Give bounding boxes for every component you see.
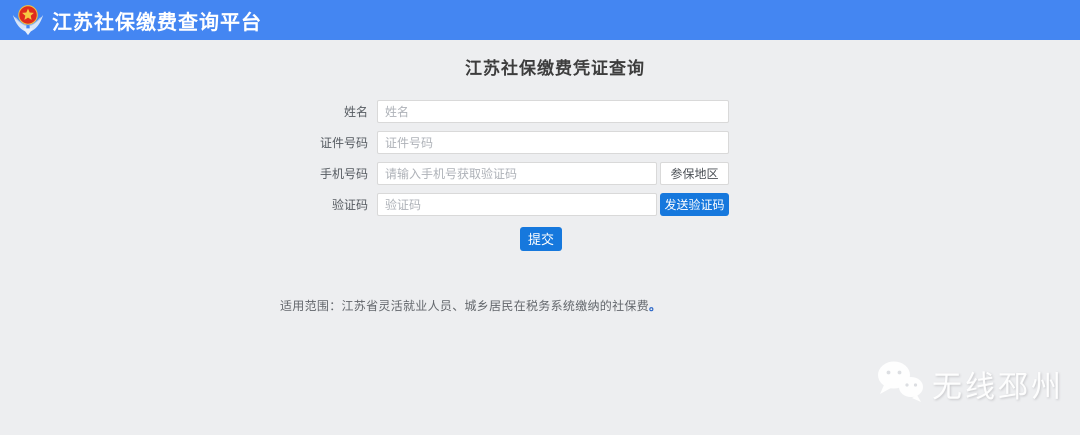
captcha-label: 验证码 <box>310 196 368 213</box>
captcha-input[interactable] <box>377 193 657 216</box>
phone-input[interactable] <box>377 162 657 185</box>
name-input[interactable] <box>377 100 729 123</box>
submit-button[interactable]: 提交 <box>520 227 562 251</box>
app-title: 江苏社保缴费查询平台 <box>52 6 262 35</box>
send-code-button[interactable]: 发送验证码 <box>660 193 729 216</box>
watermark: 无线邳州 <box>876 359 1064 408</box>
id-number-input[interactable] <box>377 131 729 154</box>
name-row: 姓名 <box>310 100 729 123</box>
submit-row: 提交 <box>310 227 729 250</box>
app-header: 江苏社保缴费查询平台 <box>0 0 1080 40</box>
page-title: 江苏社保缴费凭证查询 <box>15 54 1080 79</box>
scope-note-period: 。 <box>649 299 661 313</box>
china-tax-emblem-icon <box>11 4 45 36</box>
insured-region-select[interactable]: 参保地区 <box>660 162 729 185</box>
scope-note: 适用范围：江苏省灵活就业人员、城乡居民在税务系统缴纳的社保费。 <box>280 297 661 314</box>
name-label: 姓名 <box>310 103 368 120</box>
id-number-label: 证件号码 <box>310 134 368 151</box>
scope-note-text: 适用范围：江苏省灵活就业人员、城乡居民在税务系统缴纳的社保费 <box>280 299 649 313</box>
watermark-text: 无线邳州 <box>932 362 1064 406</box>
page-canvas: 江苏社保缴费查询平台 江苏社保缴费凭证查询 姓名 证件号码 手机号码 参保地区 … <box>0 0 1080 435</box>
id-number-row: 证件号码 <box>310 131 729 154</box>
captcha-row: 验证码 发送验证码 <box>310 193 729 216</box>
phone-label: 手机号码 <box>310 165 368 182</box>
query-form: 姓名 证件号码 手机号码 参保地区 验证码 发送验证码 提交 <box>310 100 729 258</box>
phone-row: 手机号码 参保地区 <box>310 162 729 185</box>
wechat-icon <box>876 359 924 408</box>
